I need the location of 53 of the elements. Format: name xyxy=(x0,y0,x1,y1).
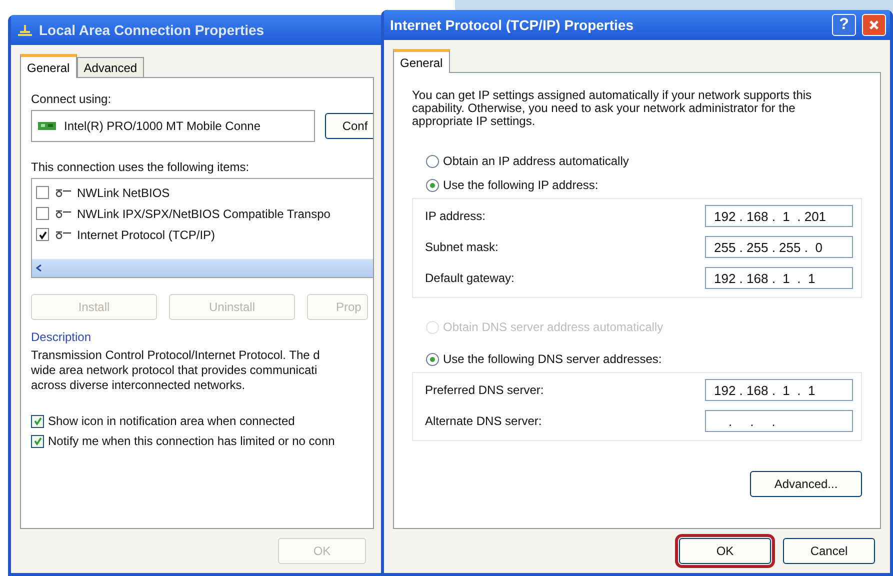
list-item[interactable]: NWLink IPX/SPX/NetBIOS Compatible Transpo xyxy=(77,206,330,220)
protocol-icon xyxy=(55,208,71,218)
radio-label: Obtain an IP address automatically xyxy=(443,154,629,168)
field-label: Subnet mask: xyxy=(425,240,498,254)
group-label: Description xyxy=(31,330,92,344)
network-card-icon xyxy=(38,121,56,131)
radio-button[interactable] xyxy=(426,178,439,192)
help-button[interactable]: ? xyxy=(832,14,856,36)
list-item[interactable]: Internet Protocol (TCP/IP) xyxy=(77,228,216,242)
configure-button[interactable]: Conf xyxy=(325,113,373,139)
radio-button[interactable] xyxy=(426,352,439,366)
radio-label: Use the following IP address: xyxy=(443,178,598,192)
network-icon xyxy=(17,24,33,36)
checkbox[interactable] xyxy=(31,414,44,428)
list-label: This connection uses the following items: xyxy=(31,160,250,174)
close-button[interactable] xyxy=(862,14,886,36)
checkbox[interactable] xyxy=(36,228,49,241)
ip-address-field[interactable]: 192 . 168 . 1 . 1 xyxy=(705,267,853,289)
window-title: Local Area Connection Properties xyxy=(39,22,264,38)
cancel-button[interactable]: Cancel xyxy=(783,538,875,564)
checkbox[interactable] xyxy=(36,186,49,199)
scroll-left-icon[interactable] xyxy=(35,264,43,272)
checkbox-label: Show icon in notification area when connected xyxy=(48,414,295,428)
checkbox[interactable] xyxy=(31,434,44,448)
field-label: Alternate DNS server: xyxy=(425,414,542,428)
protocol-icon xyxy=(55,188,71,198)
tab[interactable]: Advanced xyxy=(76,57,144,77)
ip-address-field[interactable]: 255 . 255 . 255 . 0 xyxy=(705,236,853,258)
description-text: Transmission Control Protocol/Internet Protocol. The d xyxy=(31,348,320,363)
ip-address-field[interactable]: 192 . 168 . 1 . 1 xyxy=(705,379,853,401)
checkbox[interactable] xyxy=(36,207,49,220)
field-label: Default gateway: xyxy=(425,271,514,285)
advanced-button[interactable]: Advanced... xyxy=(750,471,862,497)
description-text: across diverse interconnected networks. xyxy=(31,378,246,393)
description-text: wide area network protocol that provides communicati xyxy=(31,363,318,378)
ip-address-field[interactable]: . . . xyxy=(705,410,853,432)
adapter-name: Intel(R) PRO/1000 MT Mobile Conne xyxy=(64,119,261,133)
radio-label: Use the following DNS server addresses: xyxy=(443,352,662,366)
protocol-icon xyxy=(55,230,71,240)
checkbox-label: Notify me when this connection has limited or no conn xyxy=(48,434,335,448)
radio-button[interactable] xyxy=(426,154,439,168)
intro-text: You can get IP settings assigned automatically if your network supports this capability. Otherwise, you need to ask your network administrator for the appropriate IP settings. xyxy=(412,89,813,128)
ip-address-field[interactable]: 192 . 168 . 1 . 201 xyxy=(705,205,853,227)
close-icon[interactable] xyxy=(868,19,880,31)
field-label: IP address: xyxy=(425,209,486,223)
field-label: Preferred DNS server: xyxy=(425,383,544,397)
horizontal-scrollbar[interactable] xyxy=(32,259,373,277)
radio-label: Obtain DNS server address automatically xyxy=(443,320,664,334)
tab[interactable]: General xyxy=(20,54,77,78)
field-label: Connect using: xyxy=(31,92,112,106)
window-title: Internet Protocol (TCP/IP) Properties xyxy=(390,17,634,33)
list-item[interactable]: NWLink NetBIOS xyxy=(77,186,170,200)
tab[interactable]: General xyxy=(393,49,450,73)
